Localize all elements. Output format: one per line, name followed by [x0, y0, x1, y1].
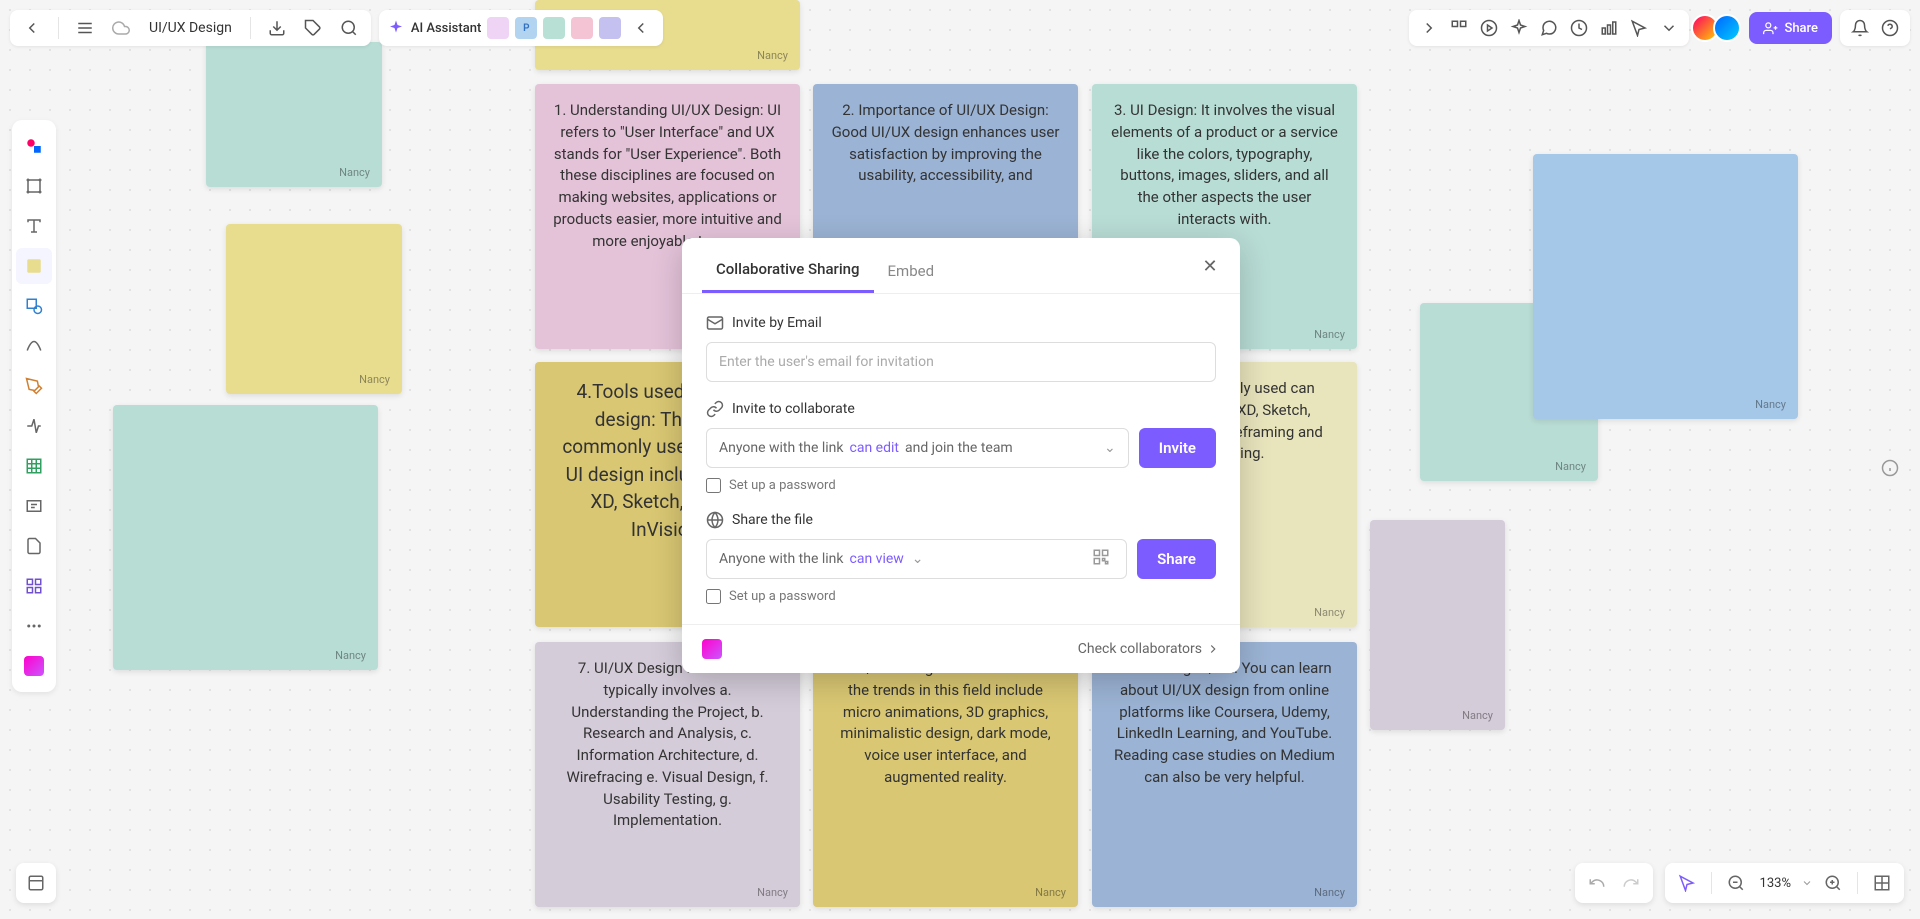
invite-email-heading: Invite by Email [706, 314, 1216, 332]
chevron-right-icon [1206, 640, 1220, 658]
invite-email-label: Invite by Email [732, 315, 822, 331]
app-logo [702, 639, 722, 659]
email-icon [706, 314, 724, 332]
share-permission-select[interactable]: Anyone with the link can view ⌄ [706, 539, 1127, 579]
chevron-down-icon: ⌄ [912, 551, 924, 567]
share-modal: Collaborative Sharing Embed ✕ Invite by … [682, 238, 1240, 673]
close-button[interactable]: ✕ [1196, 252, 1224, 280]
qr-code-button[interactable] [1092, 548, 1114, 570]
share-file-label: Share the file [732, 512, 813, 528]
tab-collaborative-sharing[interactable]: Collaborative Sharing [702, 252, 874, 293]
invite-collab-label: Invite to collaborate [732, 401, 855, 417]
link-icon [706, 400, 724, 418]
chevron-down-icon: ⌄ [1104, 440, 1116, 456]
tab-embed[interactable]: Embed [874, 254, 949, 292]
collab-permission-select[interactable]: Anyone with the link can edit and join t… [706, 428, 1129, 468]
email-input[interactable] [706, 342, 1216, 382]
modal-tabs: Collaborative Sharing Embed ✕ [682, 238, 1240, 293]
check-collaborators-link[interactable]: Check collaborators [1078, 640, 1220, 658]
invite-collab-heading: Invite to collaborate [706, 400, 1216, 418]
collab-password-checkbox[interactable]: Set up a password [706, 478, 1216, 493]
share-password-checkbox[interactable]: Set up a password [706, 589, 1216, 604]
globe-icon [706, 511, 724, 529]
modal-overlay: Collaborative Sharing Embed ✕ Invite by … [0, 0, 1920, 919]
invite-button[interactable]: Invite [1139, 428, 1216, 468]
share-file-heading: Share the file [706, 511, 1216, 529]
share-file-button[interactable]: Share [1137, 539, 1216, 579]
